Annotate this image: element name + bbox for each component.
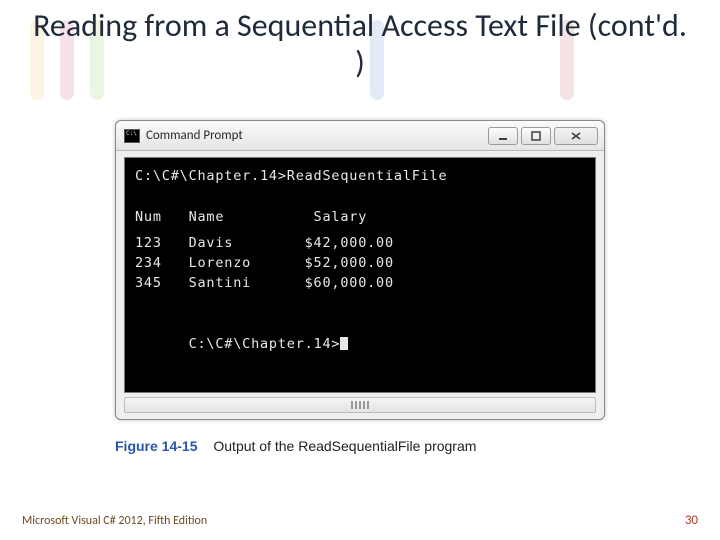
slide-title: Reading from a Sequential Access Text Fi… bbox=[0, 8, 720, 82]
close-button[interactable] bbox=[554, 127, 598, 145]
close-icon bbox=[570, 131, 582, 141]
minimize-button[interactable] bbox=[488, 127, 518, 145]
window-controls bbox=[488, 127, 598, 145]
console-header-row: Num Name Salary bbox=[135, 207, 585, 227]
command-prompt-window: Command Prompt C:\C#\Chapter.14>ReadSeq bbox=[115, 120, 605, 420]
console-blank bbox=[135, 294, 585, 314]
console-line-command: C:\C#\Chapter.14>ReadSequentialFile bbox=[135, 166, 585, 186]
console-blank bbox=[135, 186, 585, 206]
console-data-row: 345 Santini $60,000.00 bbox=[135, 273, 585, 293]
maximize-icon bbox=[531, 131, 541, 141]
footer-book-title: Microsoft Visual C# 2012, Fifth Edition bbox=[22, 514, 207, 528]
console-output: C:\C#\Chapter.14>ReadSequentialFile Num … bbox=[124, 157, 596, 393]
console-data-row: 123 Davis $42,000.00 bbox=[135, 233, 585, 253]
console-data-row: 234 Lorenzo $52,000.00 bbox=[135, 253, 585, 273]
figure-label: Figure 14-15 bbox=[115, 438, 197, 454]
page-number: 30 bbox=[685, 513, 698, 528]
scroll-grip-icon bbox=[346, 401, 374, 409]
console-prompt-line: C:\C#\Chapter.14> bbox=[135, 314, 585, 375]
window-titlebar: Command Prompt bbox=[116, 121, 604, 151]
command-prompt-icon bbox=[124, 129, 140, 143]
window-title-text: Command Prompt bbox=[146, 128, 488, 143]
horizontal-scrollbar[interactable] bbox=[124, 397, 596, 413]
cursor-icon bbox=[340, 337, 348, 350]
maximize-button[interactable] bbox=[521, 127, 551, 145]
figure-caption-text: Output of the ReadSequentialFile program bbox=[213, 438, 476, 454]
console-prompt-text: C:\C#\Chapter.14> bbox=[189, 336, 341, 352]
minimize-icon bbox=[498, 131, 508, 141]
figure-caption: Figure 14-15 Output of the ReadSequentia… bbox=[115, 438, 605, 454]
